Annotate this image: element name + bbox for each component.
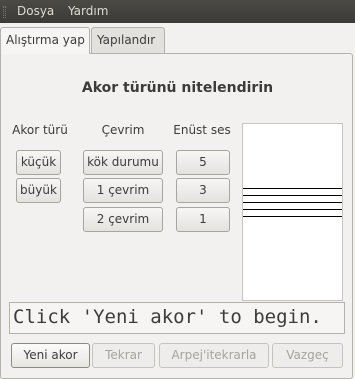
- music-staff: [242, 123, 343, 301]
- chord-type-buyuk-button[interactable]: büyük: [16, 178, 61, 203]
- repeat-arpeggio-button[interactable]: Arpej'itekrarla: [159, 343, 269, 368]
- top-note-header: Enüst ses: [173, 123, 231, 137]
- inversion-2-button[interactable]: 2 çevrim: [83, 207, 163, 232]
- inversion-header: Çevrim: [101, 123, 145, 137]
- give-up-button[interactable]: Vazgeç: [272, 343, 343, 368]
- tab-alistirma-yap[interactable]: Alıştırma yap: [0, 27, 90, 54]
- staff-line: [243, 195, 342, 196]
- inversion-1-button[interactable]: 1 çevrim: [83, 178, 163, 203]
- chord-type-kucuk-button[interactable]: küçük: [16, 150, 61, 175]
- chord-type-header: Akor türü: [12, 123, 68, 137]
- staff-line: [243, 202, 342, 203]
- status-message: Click 'Yeni akor' to begin.: [9, 302, 345, 334]
- staff-line: [243, 188, 342, 189]
- exercise-title: Akor türünü nitelendirin: [81, 80, 274, 96]
- menubar: Dosya Yardım: [0, 0, 355, 23]
- repeat-button[interactable]: Tekrar: [92, 343, 155, 368]
- new-chord-button[interactable]: Yeni akor: [11, 343, 90, 368]
- top-note-3-button[interactable]: 3: [176, 178, 230, 203]
- top-note-1-button[interactable]: 1: [176, 207, 230, 232]
- staff-line: [243, 209, 342, 210]
- menu-dosya[interactable]: Dosya: [17, 4, 54, 18]
- menu-yardim[interactable]: Yardım: [68, 4, 108, 18]
- menubar-grip-icon[interactable]: [3, 6, 6, 18]
- staff-line: [243, 216, 342, 217]
- tab-yapilandir[interactable]: Yapılandır: [91, 27, 165, 53]
- top-note-5-button[interactable]: 5: [176, 150, 230, 175]
- inversion-root-button[interactable]: kök durumu: [83, 150, 163, 175]
